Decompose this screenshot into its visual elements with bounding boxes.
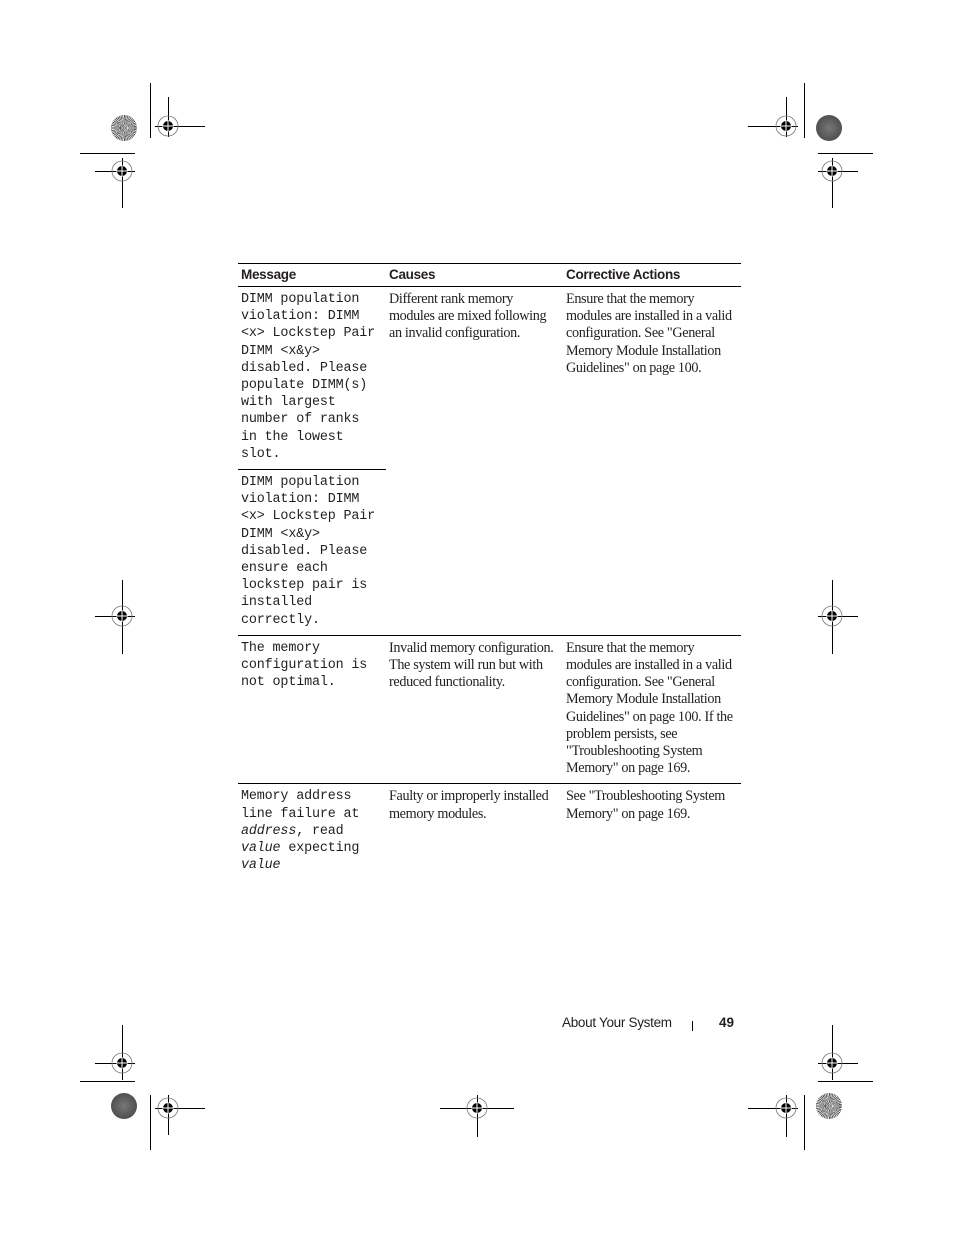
message-cell: DIMM population violation: DIMM <x> Lock…	[238, 286, 386, 471]
variable-value: value	[241, 858, 281, 874]
registration-target-icon	[110, 1051, 134, 1075]
starburst-disc-icon	[111, 115, 137, 141]
message-text: expecting	[280, 841, 360, 857]
message-text: , read	[296, 823, 344, 839]
variable-address: address	[241, 823, 297, 839]
corrective-action-cell: Ensure that the memory modules are insta…	[563, 635, 741, 785]
registration-target-icon	[774, 114, 798, 138]
registration-target-icon	[110, 159, 134, 183]
corrective-action-cell: Ensure that the memory modules are insta…	[563, 286, 741, 636]
message-line: line failure at	[241, 806, 360, 822]
crop-mark	[150, 1095, 151, 1150]
registration-target-icon	[156, 1096, 180, 1120]
message-cell: Memory address line failure at address, …	[238, 784, 386, 881]
causes-cell: Faulty or improperly installed memory mo…	[389, 788, 549, 822]
table-row: The memory configuration is not optimal.…	[238, 635, 741, 785]
registration-target-icon	[820, 159, 844, 183]
crop-mark	[150, 83, 151, 138]
registration-target-icon	[774, 1096, 798, 1120]
crop-mark	[804, 1095, 805, 1150]
table-row: DIMM population violation: DIMM <x> Lock…	[238, 286, 741, 636]
crop-mark	[80, 153, 135, 154]
header-causes: Causes	[386, 263, 563, 287]
variable-value: value	[241, 841, 281, 857]
running-footer-title: About Your System	[562, 1015, 672, 1030]
speckle-disc-icon	[111, 1093, 137, 1119]
document-page: Message Causes Corrective Actions DIMM p…	[0, 0, 954, 1235]
starburst-disc-icon	[816, 1093, 842, 1119]
causes-cell: Different rank memory modules are mixed …	[386, 286, 563, 636]
message-cell: DIMM population violation: DIMM <x> Lock…	[238, 469, 386, 636]
crop-mark	[804, 83, 805, 138]
crop-mark	[80, 1081, 135, 1082]
registration-target-icon	[820, 1051, 844, 1075]
message-cell: The memory configuration is not optimal.	[238, 635, 386, 785]
table-row: Memory address line failure at address, …	[238, 784, 741, 881]
table-header-row: Message Causes Corrective Actions	[238, 263, 741, 287]
causes-cell: Invalid memory configuration. The system…	[386, 635, 563, 785]
header-message: Message	[238, 263, 386, 287]
crop-mark	[818, 153, 873, 154]
error-message-table: Message Causes Corrective Actions DIMM p…	[238, 263, 741, 881]
speckle-disc-icon	[816, 115, 842, 141]
crop-mark	[818, 1081, 873, 1082]
corrective-action-cell: See "Troubleshooting System Memory" on p…	[566, 788, 725, 822]
message-line: Memory address	[241, 789, 352, 805]
registration-target-icon	[156, 114, 180, 138]
page-number: 49	[719, 1015, 735, 1030]
registration-target-icon	[820, 604, 844, 628]
registration-target-icon	[465, 1096, 489, 1120]
header-corrective-actions: Corrective Actions	[563, 263, 741, 287]
registration-target-icon	[110, 604, 134, 628]
footer-divider	[692, 1021, 693, 1031]
